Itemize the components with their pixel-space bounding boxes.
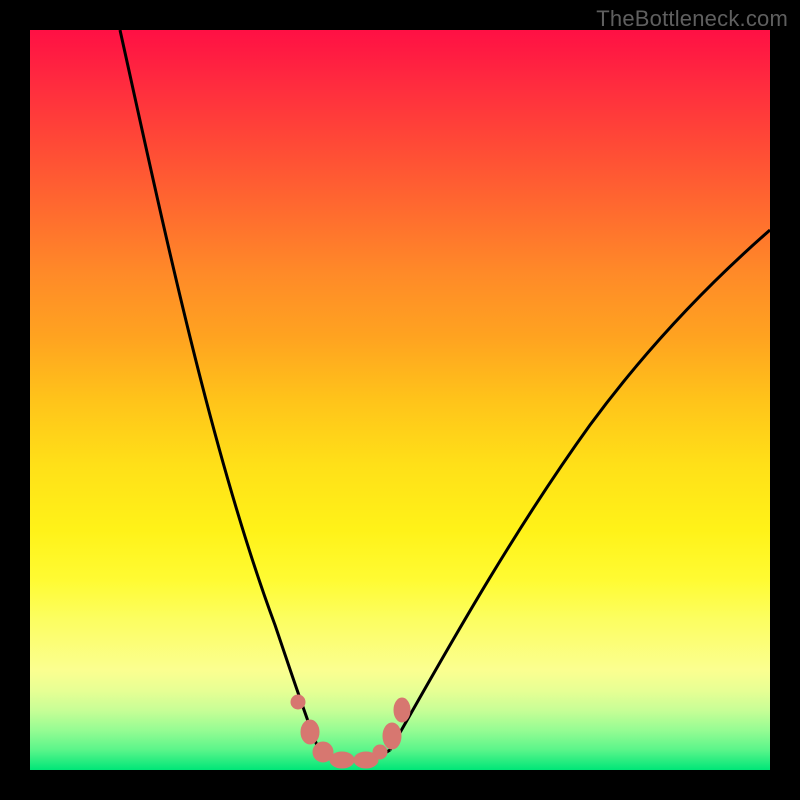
chart-frame: TheBottleneck.com	[0, 0, 800, 800]
bottleneck-curve	[30, 30, 770, 770]
watermark-text: TheBottleneck.com	[596, 6, 788, 32]
curve-right-branch	[390, 230, 770, 750]
valley-markers	[291, 695, 410, 768]
curve-left-branch	[120, 30, 318, 748]
plot-area	[30, 30, 770, 770]
